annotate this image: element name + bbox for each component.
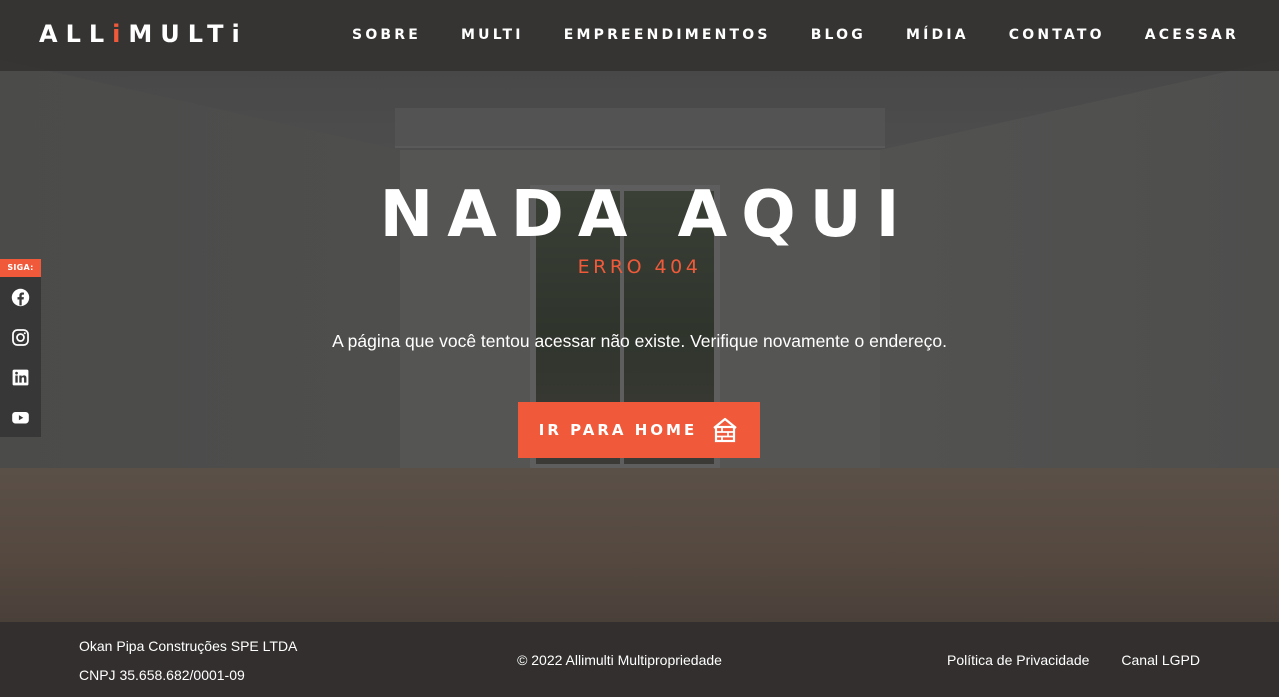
error-description: A página que você tentou acessar não exi…	[332, 331, 947, 351]
footer-link-lgpd[interactable]: Canal LGPD	[1121, 651, 1200, 669]
nav-item-acessar[interactable]: ACESSAR	[1145, 24, 1239, 46]
nav-item-blog[interactable]: BLOG	[811, 24, 866, 46]
linkedin-link[interactable]	[0, 357, 41, 397]
nav-item-sobre[interactable]: SOBRE	[352, 24, 421, 46]
nav-item-midia[interactable]: MÍDIA	[906, 24, 969, 46]
ceiling-beam	[395, 108, 885, 148]
hero-background	[0, 0, 1279, 622]
nav-item-contato[interactable]: CONTATO	[1009, 24, 1105, 46]
footer-links: Política de Privacidade Canal LGPD	[947, 651, 1200, 669]
facebook-icon	[11, 288, 30, 306]
logo-accent-i: i	[112, 20, 129, 48]
linkedin-icon	[12, 369, 29, 385]
go-home-button[interactable]: IR PARA HOME	[518, 402, 760, 458]
nav-item-empreendimentos[interactable]: EMPREENDIMENTOS	[564, 24, 771, 46]
go-home-button-label: IR PARA HOME	[538, 421, 698, 439]
logo-prefix: ALL	[39, 20, 113, 48]
logo-suffix: MULTi	[128, 20, 248, 48]
house-icon	[713, 417, 737, 443]
error-code: ERRO 404	[577, 256, 702, 278]
site-footer: Okan Pipa Construções SPE LTDA CNPJ 35.6…	[0, 622, 1279, 697]
site-header: ALL i MULTi SOBRE MULTI EMPREENDIMENTOS BL…	[0, 0, 1279, 71]
youtube-icon	[12, 411, 29, 423]
page-title: NADA AQUI	[379, 178, 914, 252]
facebook-link[interactable]	[0, 277, 41, 317]
footer-link-privacy[interactable]: Política de Privacidade	[947, 651, 1089, 669]
floor	[0, 468, 1279, 622]
youtube-link[interactable]	[0, 397, 41, 437]
nav-item-multi[interactable]: MULTI	[461, 24, 524, 46]
main-nav: SOBRE MULTI EMPREENDIMENTOS BLOG MÍDIA C…	[312, 24, 1239, 46]
logo[interactable]: ALL i MULTi	[39, 20, 248, 48]
